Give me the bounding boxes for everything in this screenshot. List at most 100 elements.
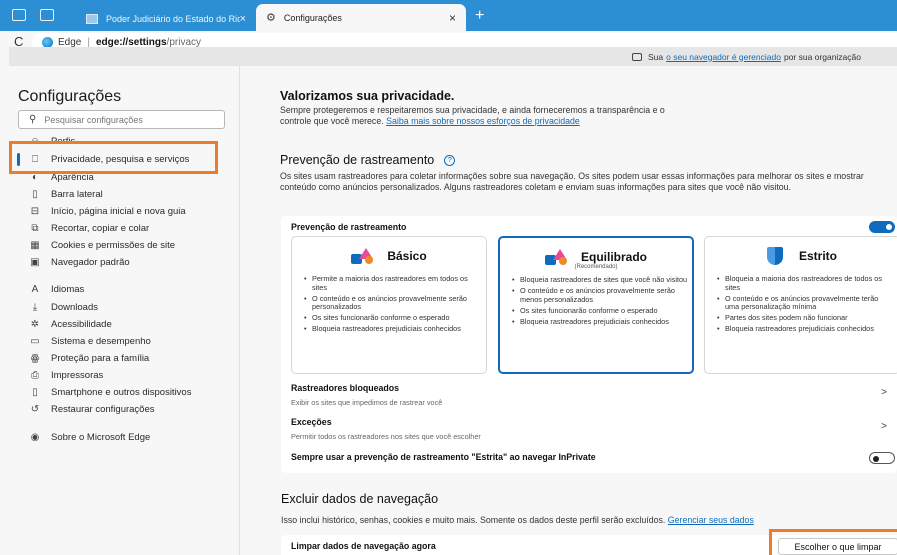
sidebar-item-printers[interactable]: ⎙ Impressoras <box>28 368 103 383</box>
workspaces-icon[interactable] <box>12 9 26 21</box>
tracking-heading: Prevenção de rastreamento ? <box>280 153 456 167</box>
gear-icon: ⚙ <box>266 12 276 24</box>
search-placeholder: Pesquisar configurações <box>44 114 143 125</box>
sidebar-item-start-page[interactable]: ⊟ Início, página inicial e nova guia <box>28 204 186 219</box>
sidebar-title: Configurações <box>18 88 122 105</box>
option-basic[interactable]: Básico Permite a maioria dos rastreadore… <box>291 236 487 374</box>
new-tab-button[interactable]: + <box>475 7 484 25</box>
list-item: O conteúdo e os anúncios provavelmente t… <box>717 294 893 312</box>
sidebar-item-system[interactable]: ▭ Sistema e desempenho <box>28 334 151 349</box>
tracking-heading-text: Prevenção de rastreamento <box>280 153 435 167</box>
tab-settings[interactable]: ⚙ Configurações × <box>256 4 466 31</box>
printer-icon: ⎙ <box>31 370 39 381</box>
inprivate-toggle[interactable] <box>869 452 895 464</box>
help-icon[interactable]: ? <box>444 154 456 166</box>
tab-title: Poder Judiciário do Estado do Rio <box>106 13 240 24</box>
browser-icon: ▣ <box>30 257 40 268</box>
list-item: Os sites funcionarão conforme o esperado <box>512 306 688 316</box>
sidebar-item-label: Início, página inicial e nova guia <box>51 206 186 217</box>
manage-data-link[interactable]: Gerenciar seus dados <box>668 515 754 525</box>
tab-title: Configurações <box>283 12 342 23</box>
option-bullets: Bloqueia a maioria dos rastreadores de t… <box>717 274 893 337</box>
exceptions-row[interactable]: Exceções Permitir todos os rastreadores … <box>291 417 887 441</box>
row-title: Sempre usar a prevenção de rastreamento … <box>291 452 596 462</box>
option-name: Básico <box>387 249 427 263</box>
balanced-shapes-icon <box>545 249 567 265</box>
close-tab-icon[interactable]: × <box>449 11 456 25</box>
search-icon: ⚲ <box>29 114 37 125</box>
option-name: Equilibrado <box>581 250 647 264</box>
privacy-heading: Valorizamos sua privacidade. <box>280 89 455 103</box>
inprivate-row: Sempre usar a prevenção de rastreamento … <box>291 452 887 462</box>
close-tab-icon[interactable]: × <box>240 13 246 25</box>
sidebar-item-accessibility[interactable]: ✲ Acessibilidade <box>28 317 112 332</box>
chevron-right-icon: > <box>881 421 887 432</box>
home-icon: ⊟ <box>30 206 40 217</box>
cookies-icon: ▦ <box>30 240 40 251</box>
list-item: Permite a maioria dos rastreadores em to… <box>304 274 480 292</box>
reset-icon: ↺ <box>30 404 40 415</box>
sidebar-item-default-browser[interactable]: ▣ Navegador padrão <box>28 255 129 270</box>
sidebar-item-downloads[interactable]: ⤓ Downloads <box>28 300 98 315</box>
settings-sidebar: Configurações ⚲ Pesquisar configurações … <box>0 66 240 555</box>
highlight-box-privacy <box>9 141 218 174</box>
list-item: O conteúdo e os anúncios provavelmente s… <box>304 294 480 312</box>
privacy-learn-more-link[interactable]: Saiba mais sobre nossos esforços de priv… <box>386 116 580 126</box>
shield-icon <box>766 247 783 265</box>
phone-icon: ▯ <box>32 387 38 398</box>
row-title: Exceções <box>291 417 332 427</box>
list-item: Partes dos sites podem não funcionar <box>717 314 893 323</box>
option-subtitle: (Recomendado) <box>574 264 618 270</box>
option-strict[interactable]: Estrito Bloqueia a maioria dos rastreado… <box>704 236 897 374</box>
system-icon: ▭ <box>30 336 40 347</box>
sidebar-item-phone[interactable]: ▯ Smartphone e outros dispositivos <box>28 385 191 400</box>
sidebar-item-label: Proteção para a família <box>51 353 150 364</box>
accessibility-icon: ✲ <box>30 319 40 330</box>
tracking-card-title: Prevenção de rastreamento <box>291 222 407 232</box>
list-item: Bloqueia rastreadores prejudiciais conhe… <box>717 325 893 334</box>
privacy-text: Sempre protegeremos e respeitaremos sua … <box>280 105 690 127</box>
row-subtitle: Permitir todos os rastreadores nos sites… <box>291 432 481 441</box>
clear-now-title: Limpar dados de navegação agora <box>291 541 436 551</box>
clear-data-text: Isso inclui histórico, senhas, cookies e… <box>281 515 754 525</box>
list-item: Os sites funcionarão conforme o esperado <box>304 314 480 323</box>
managed-banner: Sua o seu navegador é gerenciado por sua… <box>9 47 897 66</box>
briefcase-icon <box>632 52 642 61</box>
managed-link[interactable]: o seu navegador é gerenciado <box>666 52 781 62</box>
family-icon: ꙮ <box>30 353 40 364</box>
tab-judiciary[interactable]: Poder Judiciário do Estado do Rio × <box>78 6 254 31</box>
chevron-right-icon: > <box>881 387 887 398</box>
managed-prefix: Sua <box>648 51 664 62</box>
sidebar-icon: ▯ <box>32 189 38 200</box>
list-item: Bloqueia rastreadores prejudiciais conhe… <box>512 317 688 327</box>
sidebar-item-label: Smartphone e outros dispositivos <box>51 387 192 398</box>
tab-actions-icon[interactable] <box>40 9 54 21</box>
tracking-toggle[interactable] <box>869 221 895 233</box>
share-icon: ⧉ <box>31 223 39 234</box>
sidebar-item-cookies[interactable]: ▦ Cookies e permissões de site <box>28 238 175 253</box>
sidebar-item-about[interactable]: ◉ Sobre o Microsoft Edge <box>28 430 151 445</box>
sidebar-item-reset[interactable]: ↺ Restaurar configurações <box>28 402 155 417</box>
option-bullets: Bloqueia rastreadores de sites que você … <box>512 275 688 329</box>
highlight-box-clear <box>769 529 897 555</box>
sidebar-item-family[interactable]: ꙮ Proteção para a família <box>28 351 150 366</box>
tab-strip: Poder Judiciário do Estado do Rio × ⚙ Co… <box>0 0 897 31</box>
basic-shapes-icon <box>351 248 374 264</box>
sidebar-item-label: Recortar, copiar e colar <box>51 223 150 234</box>
sidebar-item-copy-paste[interactable]: ⧉ Recortar, copiar e colar <box>28 221 149 236</box>
sidebar-item-label: Downloads <box>51 302 98 313</box>
sidebar-item-sidebar[interactable]: ▯ Barra lateral <box>28 187 103 202</box>
sidebar-item-label: Barra lateral <box>51 189 103 200</box>
blocked-trackers-row[interactable]: Rastreadores bloqueados Exibir os sites … <box>291 383 887 407</box>
sidebar-item-label: Restaurar configurações <box>51 404 155 415</box>
search-input[interactable]: ⚲ Pesquisar configurações <box>18 110 225 129</box>
site-favicon-icon <box>86 13 98 24</box>
clear-data-heading: Excluir dados de navegação <box>281 492 439 506</box>
sidebar-item-label: Sobre o Microsoft Edge <box>51 432 151 443</box>
option-bullets: Permite a maioria dos rastreadores em to… <box>304 274 480 337</box>
edge-icon: ◉ <box>30 432 40 443</box>
list-item: Bloqueia a maioria dos rastreadores de t… <box>717 274 893 292</box>
option-balanced[interactable]: Equilibrado (Recomendado) Bloqueia rastr… <box>498 236 694 374</box>
sidebar-item-label: Cookies e permissões de site <box>51 240 176 251</box>
sidebar-item-languages[interactable]: A Idiomas <box>28 282 85 297</box>
